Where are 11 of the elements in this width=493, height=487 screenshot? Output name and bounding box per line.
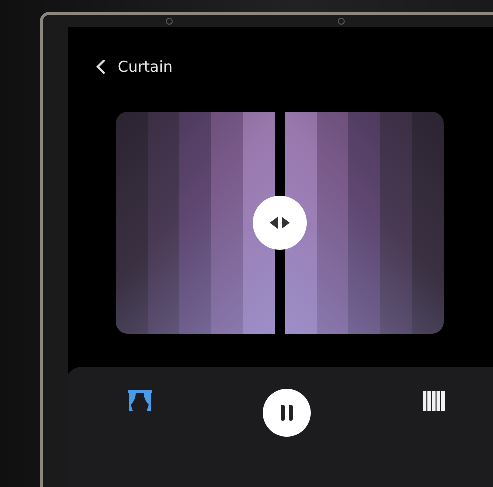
closed-curtain-icon [422,389,446,413]
curtains-icon [126,389,152,413]
curtains-close-button[interactable] [422,389,446,413]
left-right-arrows-icon [268,216,292,230]
back-icon [96,59,106,75]
camera-icon [166,18,172,24]
back-button[interactable] [96,59,106,75]
pause-button[interactable] [262,389,310,437]
curtains-open-button[interactable] [126,389,152,413]
sensor-icon [338,18,344,24]
page-title: Curtain [118,58,173,76]
